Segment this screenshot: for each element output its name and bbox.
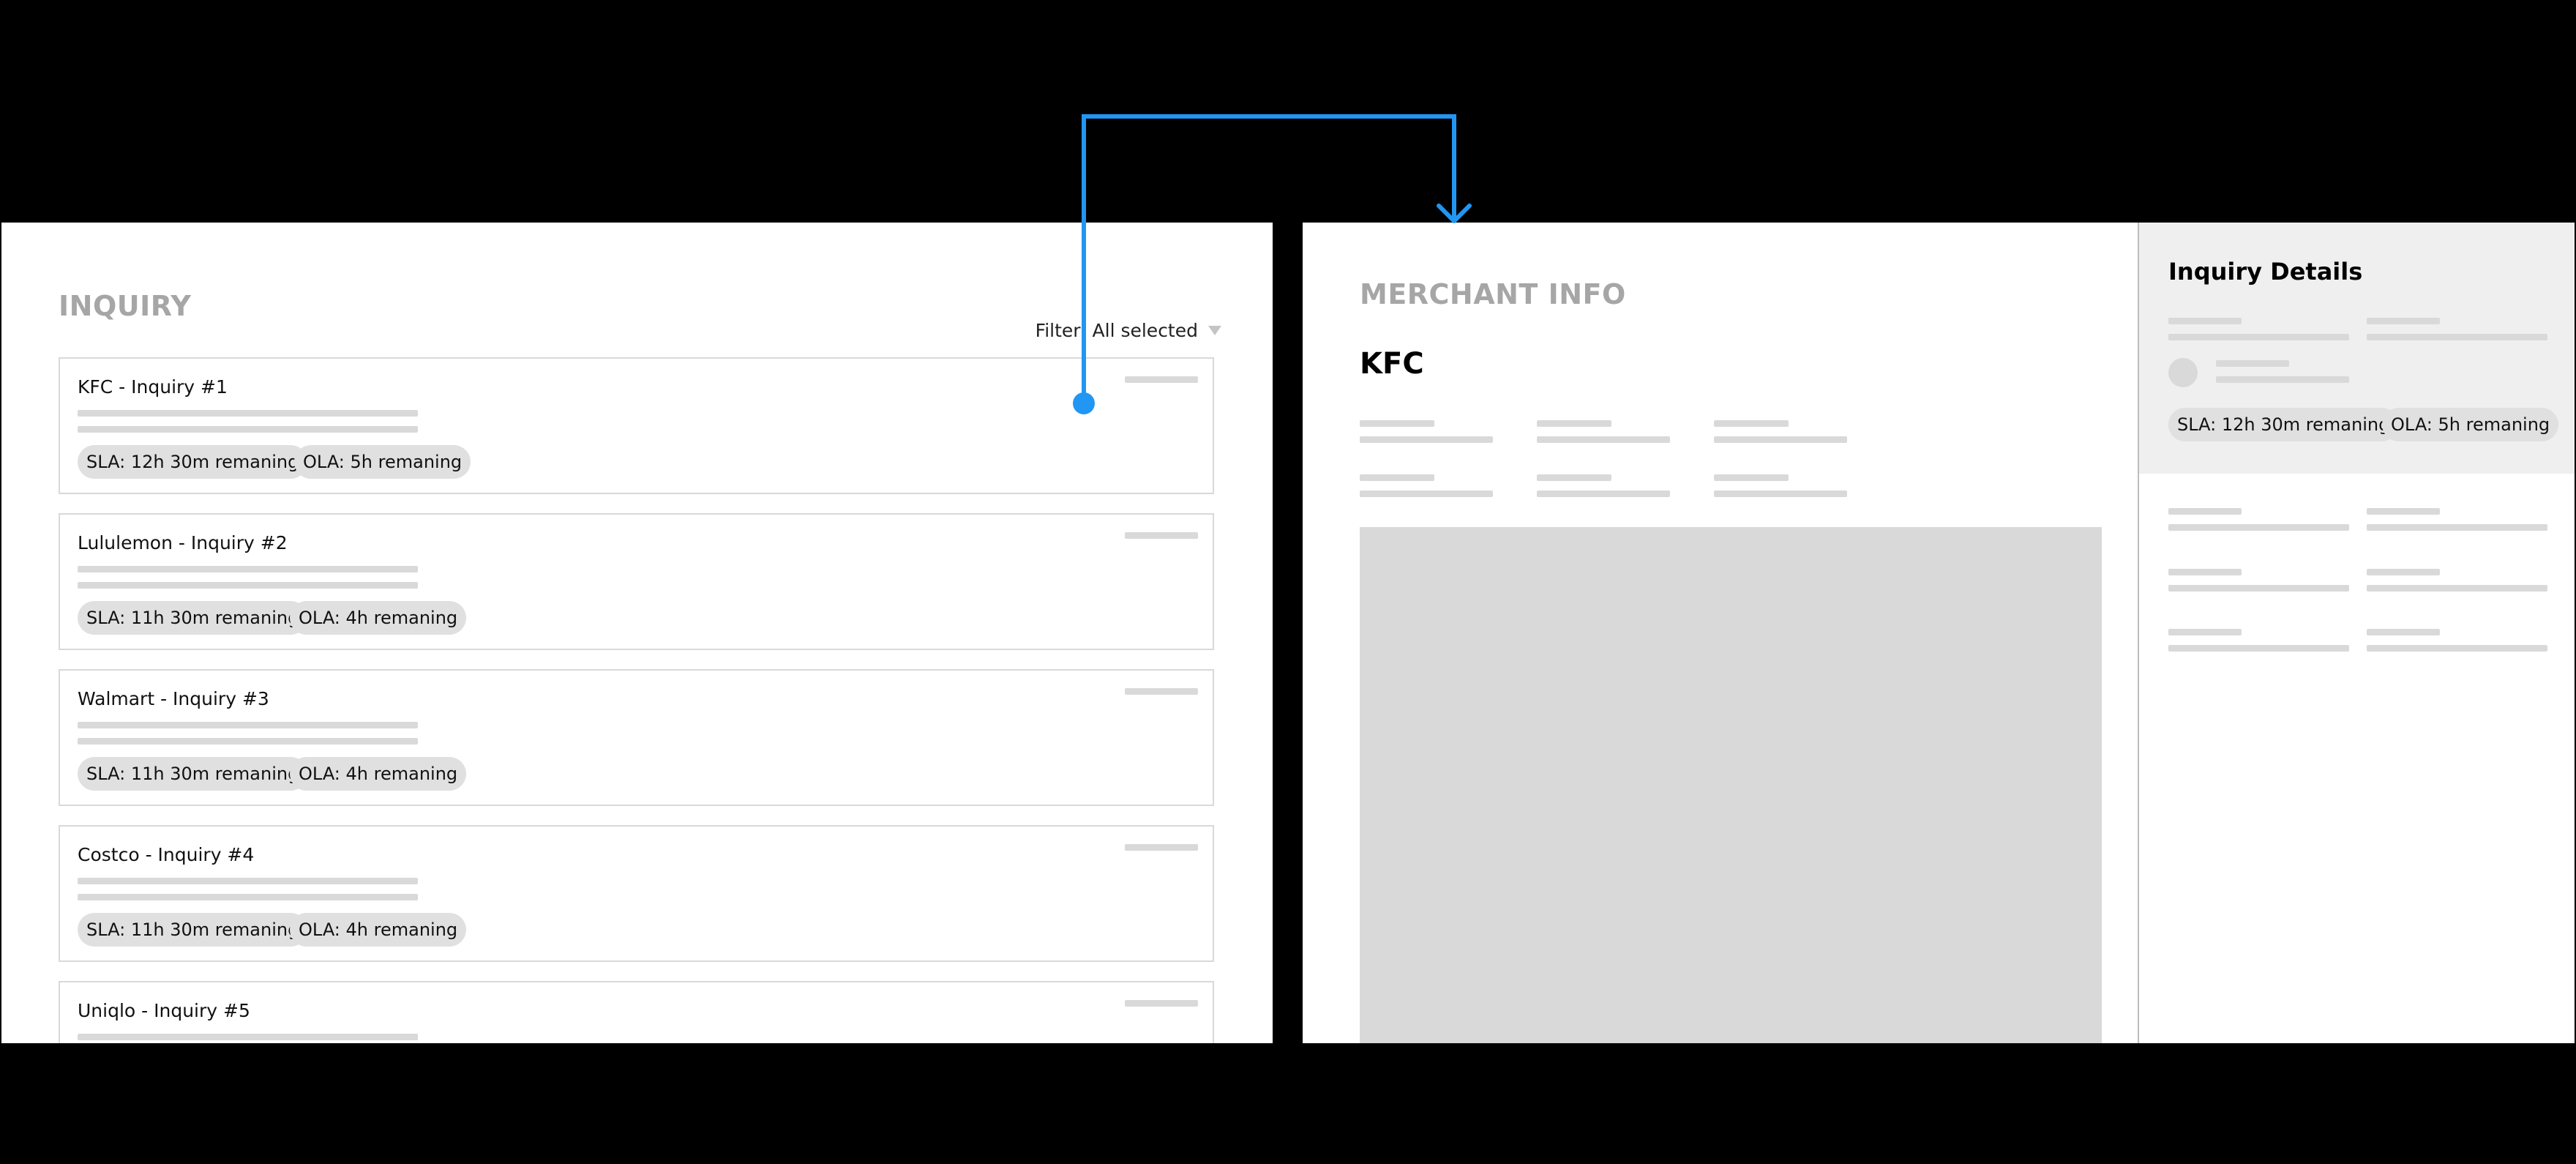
connector-line	[1082, 114, 1456, 403]
connector-start-dot	[1073, 392, 1095, 414]
flow-connector	[1073, 114, 1472, 414]
